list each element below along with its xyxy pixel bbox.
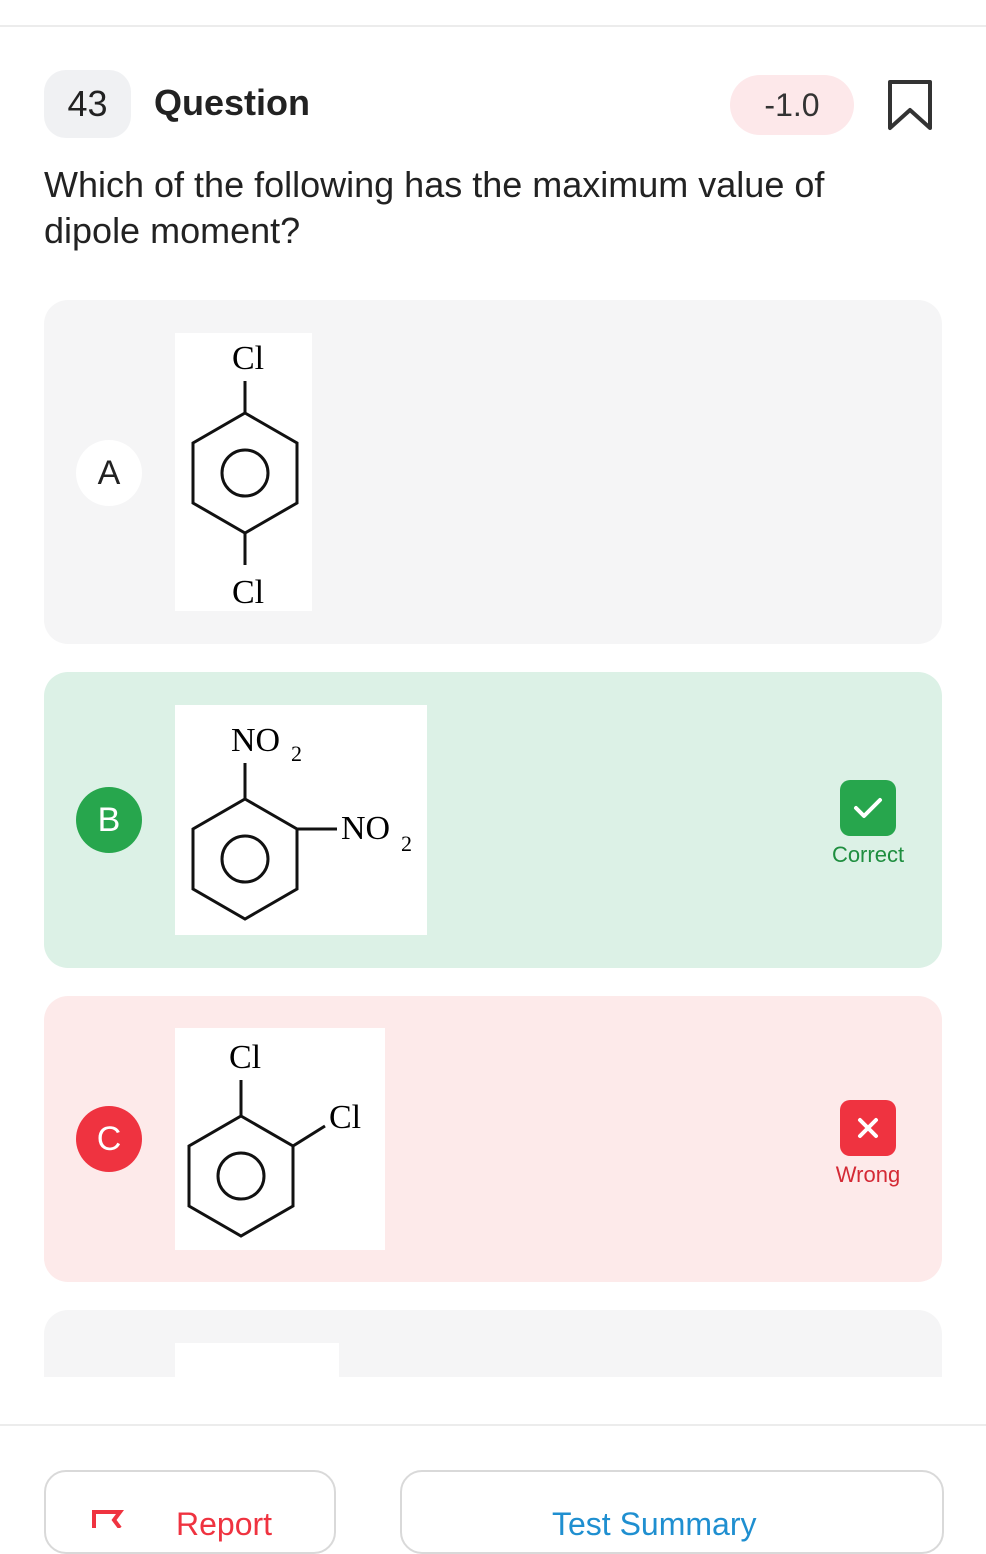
test-summary-button[interactable]: Test Summary xyxy=(400,1470,944,1554)
molecule-image: NO 2 NO 2 xyxy=(175,705,427,935)
option-letter: C xyxy=(76,1106,142,1172)
report-button[interactable]: Report xyxy=(44,1470,336,1554)
report-label: Report xyxy=(176,1506,273,1542)
correct-badge: Correct xyxy=(818,780,918,868)
atom-label: Cl xyxy=(232,574,264,611)
molecule-image xyxy=(175,1343,339,1377)
test-summary-label: Test Summary xyxy=(552,1506,757,1542)
question-title: Question xyxy=(154,82,311,123)
question-text: Which of the following has the maximum v… xyxy=(44,164,825,251)
molecule-image: Cl Cl xyxy=(175,333,312,611)
option-c[interactable]: C Cl Cl Wrong xyxy=(44,996,942,1282)
bottom-divider xyxy=(0,1424,986,1426)
atom-label: Cl xyxy=(229,1039,261,1076)
atom-label: NO xyxy=(341,810,390,847)
question-number: 43 xyxy=(44,70,131,138)
molecule-image: Cl Cl xyxy=(175,1028,385,1250)
top-divider xyxy=(0,25,986,27)
wrong-badge: Wrong xyxy=(818,1100,918,1188)
report-icon xyxy=(90,1508,130,1530)
option-a[interactable]: A Cl Cl xyxy=(44,300,942,644)
atom-subscript: 2 xyxy=(401,831,412,856)
atom-label: Cl xyxy=(232,340,264,377)
option-d[interactable] xyxy=(44,1310,942,1377)
atom-label: NO xyxy=(231,722,280,759)
atom-label: Cl xyxy=(329,1099,361,1136)
close-icon xyxy=(840,1100,896,1156)
option-letter: B xyxy=(76,787,142,853)
option-b[interactable]: B NO 2 NO 2 Correct xyxy=(44,672,942,968)
check-icon xyxy=(840,780,896,836)
correct-label: Correct xyxy=(831,842,905,867)
bookmark-icon[interactable] xyxy=(884,78,936,134)
option-letter: A xyxy=(76,440,142,506)
score-badge: -1.0 xyxy=(730,75,854,135)
wrong-label: Wrong xyxy=(835,1162,901,1187)
atom-subscript: 2 xyxy=(291,741,302,766)
